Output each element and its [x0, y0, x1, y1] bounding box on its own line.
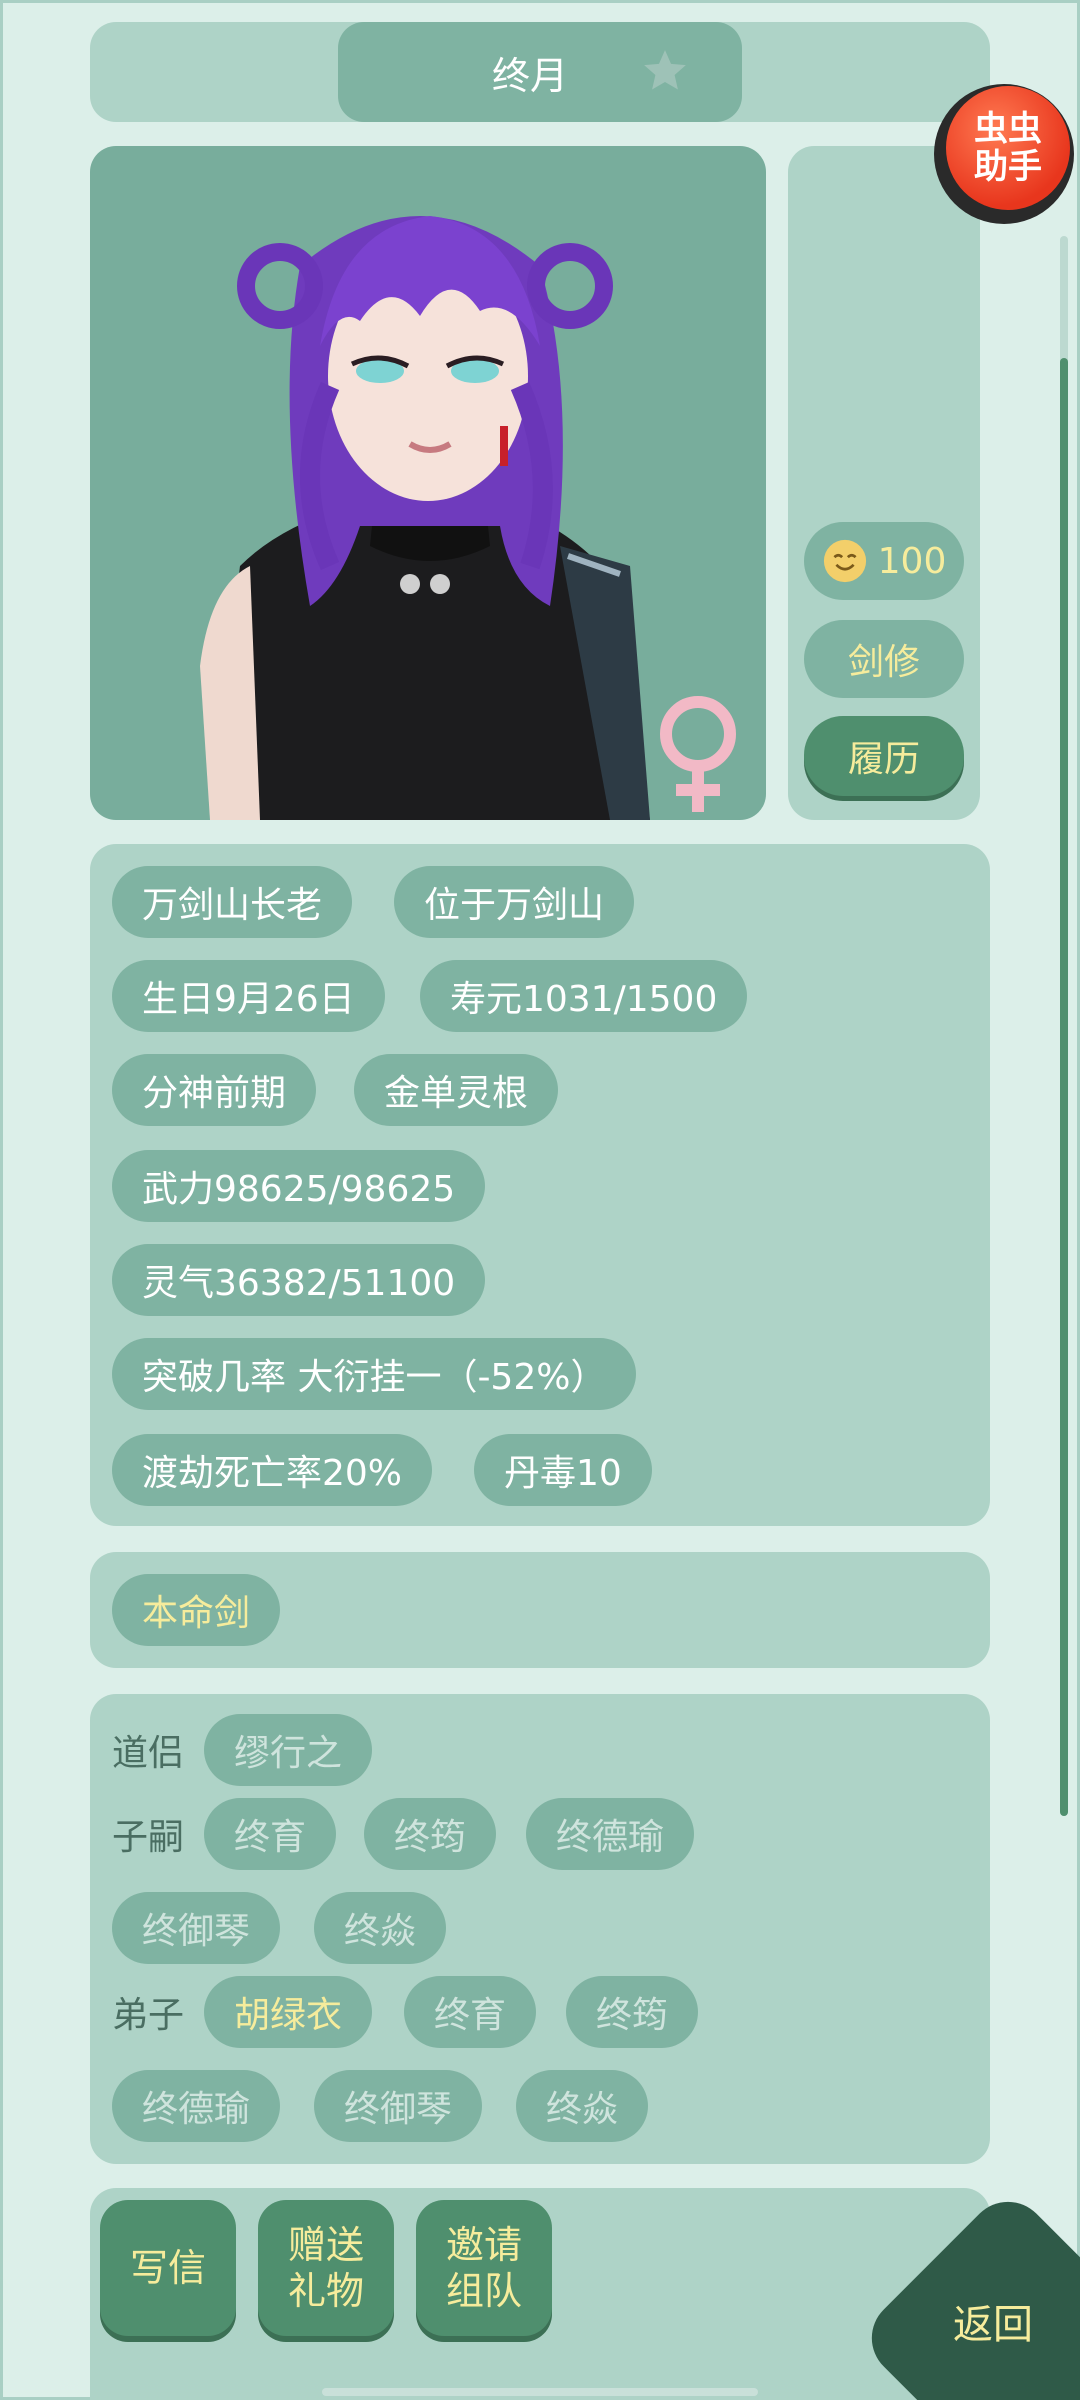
character-name-tab[interactable]: 终月 — [338, 22, 742, 122]
class-label: 剑修 — [847, 642, 920, 683]
child-tag[interactable]: 终德瑜 — [526, 1798, 695, 1870]
resume-button[interactable]: 履历 — [804, 716, 964, 796]
disciple-tag[interactable]: 终御琴 — [314, 2070, 483, 2142]
disciple-tag[interactable]: 胡绿衣 — [204, 1976, 373, 2048]
send-gift-button[interactable]: 赠送 礼物 — [258, 2200, 394, 2336]
resume-label: 履历 — [847, 739, 920, 780]
child-tag[interactable]: 终筠 — [364, 1798, 497, 1870]
child-tag[interactable]: 终御琴 — [112, 1892, 281, 1964]
mood-value: 100 — [877, 540, 947, 582]
scrollbar-thumb[interactable] — [1060, 358, 1068, 1816]
info-tag-lifespan: 寿元1031/1500 — [420, 960, 748, 1032]
disciple-tag[interactable]: 终焱 — [516, 2070, 649, 2142]
character-portrait — [90, 146, 766, 820]
helper-line2: 助手 — [974, 147, 1042, 187]
info-tag-root: 金单灵根 — [354, 1054, 559, 1126]
info-tag-tribulation: 渡劫死亡率20% — [112, 1434, 433, 1506]
info-tag-poison: 丹毒10 — [474, 1434, 652, 1506]
disciple-tag[interactable]: 终育 — [404, 1976, 537, 2048]
smile-face-icon — [823, 539, 866, 583]
disciple-tag[interactable]: 终德瑜 — [112, 2070, 281, 2142]
invite-team-label: 邀请 组队 — [445, 2223, 522, 2313]
character-name: 终月 — [491, 53, 568, 98]
invite-team-button[interactable]: 邀请 组队 — [416, 2200, 552, 2336]
partner-tag[interactable]: 缪行之 — [204, 1714, 373, 1786]
disciple-tag[interactable]: 终筠 — [566, 1976, 699, 2048]
back-label[interactable]: 返回 — [948, 2292, 1038, 2350]
info-tag-realm: 分神前期 — [112, 1054, 317, 1126]
info-tag-power: 武力98625/98625 — [112, 1150, 486, 1222]
info-tag-location: 位于万剑山 — [394, 866, 635, 938]
helper-bubble[interactable]: 虫虫 助手 — [946, 86, 1070, 210]
info-tag-breakthrough: 突破几率 大衍挂一（-52%） — [112, 1338, 637, 1410]
info-tag-spirit: 灵气36382/51100 — [112, 1244, 486, 1316]
info-tag-title: 万剑山长老 — [112, 866, 353, 938]
helper-line1: 虫虫 — [974, 109, 1042, 149]
home-indicator[interactable] — [322, 2388, 758, 2396]
mood-pill: 100 — [804, 522, 964, 600]
disciples-label: 弟子 — [112, 1995, 185, 2036]
child-tag[interactable]: 终育 — [204, 1798, 337, 1870]
send-gift-label: 赠送 礼物 — [287, 2223, 364, 2313]
children-label: 子嗣 — [112, 1817, 185, 1858]
star-icon[interactable] — [640, 46, 690, 96]
write-letter-button[interactable]: 写信 — [100, 2200, 236, 2336]
female-symbol-icon — [660, 696, 736, 812]
child-tag[interactable]: 终焱 — [314, 1892, 447, 1964]
natal-sword-tag[interactable]: 本命剑 — [112, 1574, 281, 1646]
info-tag-birthday: 生日9月26日 — [112, 960, 385, 1032]
write-letter-label: 写信 — [129, 2246, 206, 2290]
partner-label: 道侣 — [112, 1733, 185, 1774]
class-pill: 剑修 — [804, 620, 964, 698]
